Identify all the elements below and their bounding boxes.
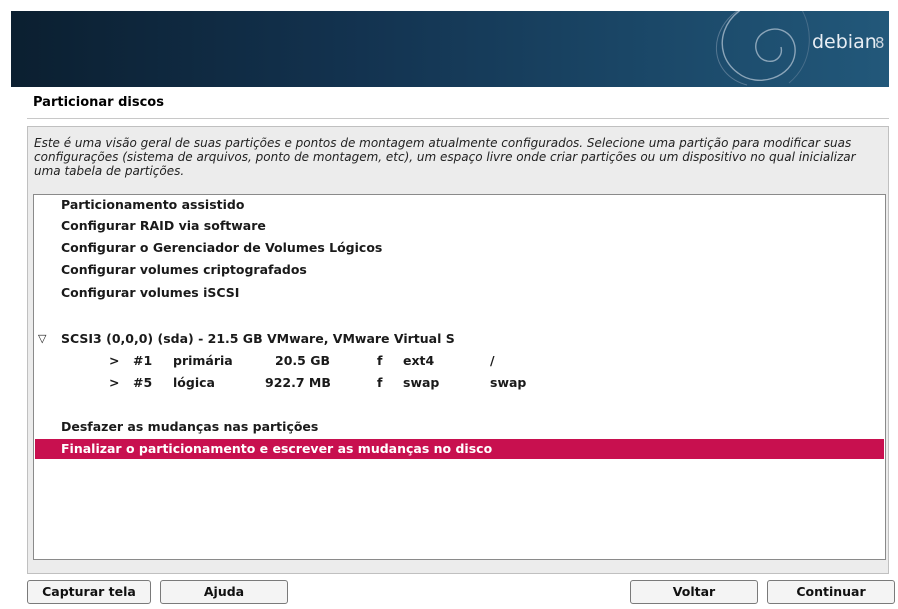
partition-mount: / [490,353,495,368]
title-divider [27,118,889,119]
partition-size: 20.5 GB [275,353,330,368]
help-button[interactable]: Ajuda [160,580,288,604]
installer-window: debian 8 Particionar discos Este é uma v… [0,0,898,609]
menu-item-iscsi[interactable]: Configurar volumes iSCSI [35,283,884,303]
partition-row[interactable]: > #1 primária 20.5 GB f ext4 / [35,351,884,371]
partition-number: #5 [133,375,153,390]
back-button[interactable]: Voltar [630,580,758,604]
partition-fs: swap [403,375,440,390]
menu-item-label: Configurar RAID via software [61,218,266,233]
partition-list[interactable]: Particionamento assistido Configurar RAI… [33,194,886,560]
menu-item-label: Configurar volumes criptografados [61,262,307,277]
screenshot-button[interactable]: Capturar tela [27,580,151,604]
page-title: Particionar discos [33,95,164,110]
menu-item-lvm[interactable]: Configurar o Gerenciador de Volumes Lógi… [35,238,884,258]
menu-item-encrypted-volumes[interactable]: Configurar volumes criptografados [35,260,884,280]
menu-item-guided-partitioning[interactable]: Particionamento assistido [35,195,884,215]
menu-item-software-raid[interactable]: Configurar RAID via software [35,216,884,236]
partition-type: lógica [173,375,215,390]
partition-number: #1 [133,353,153,368]
partition-arrow: > [109,353,120,368]
partition-flag: f [377,353,383,368]
partition-row[interactable]: > #5 lógica 922.7 MB f swap swap [35,373,884,393]
disk-row-sda[interactable]: ▽ SCSI3 (0,0,0) (sda) - 21.5 GB VMware, … [35,329,884,349]
menu-item-finish-partitioning[interactable]: Finalizar o particionamento e escrever a… [35,439,884,459]
partition-arrow: > [109,375,120,390]
debian-logo-text: debian [812,31,877,53]
menu-item-label: Configurar volumes iSCSI [61,285,240,300]
partition-type: primária [173,353,233,368]
description-text: Este é uma visão geral de suas partições… [34,136,856,178]
continue-button[interactable]: Continuar [767,580,895,604]
menu-item-label: Desfazer as mudanças nas partições [61,419,319,434]
partition-fs: ext4 [403,353,435,368]
menu-item-label: Finalizar o particionamento e escrever a… [61,441,493,456]
partition-mount: swap [490,375,527,390]
debian-swirl-icon [716,11,810,86]
disk-label: SCSI3 (0,0,0) (sda) - 21.5 GB VMware, VM… [61,331,455,346]
menu-item-label: Particionamento assistido [61,197,245,212]
partition-flag: f [377,375,383,390]
menu-item-label: Configurar o Gerenciador de Volumes Lógi… [61,240,383,255]
debian-version: 8 [875,34,885,52]
debian-banner: debian 8 [11,11,889,87]
partition-size: 922.7 MB [265,375,331,390]
menu-item-undo-changes[interactable]: Desfazer as mudanças nas partições [35,417,884,437]
expand-triangle-icon: ▽ [38,332,47,345]
